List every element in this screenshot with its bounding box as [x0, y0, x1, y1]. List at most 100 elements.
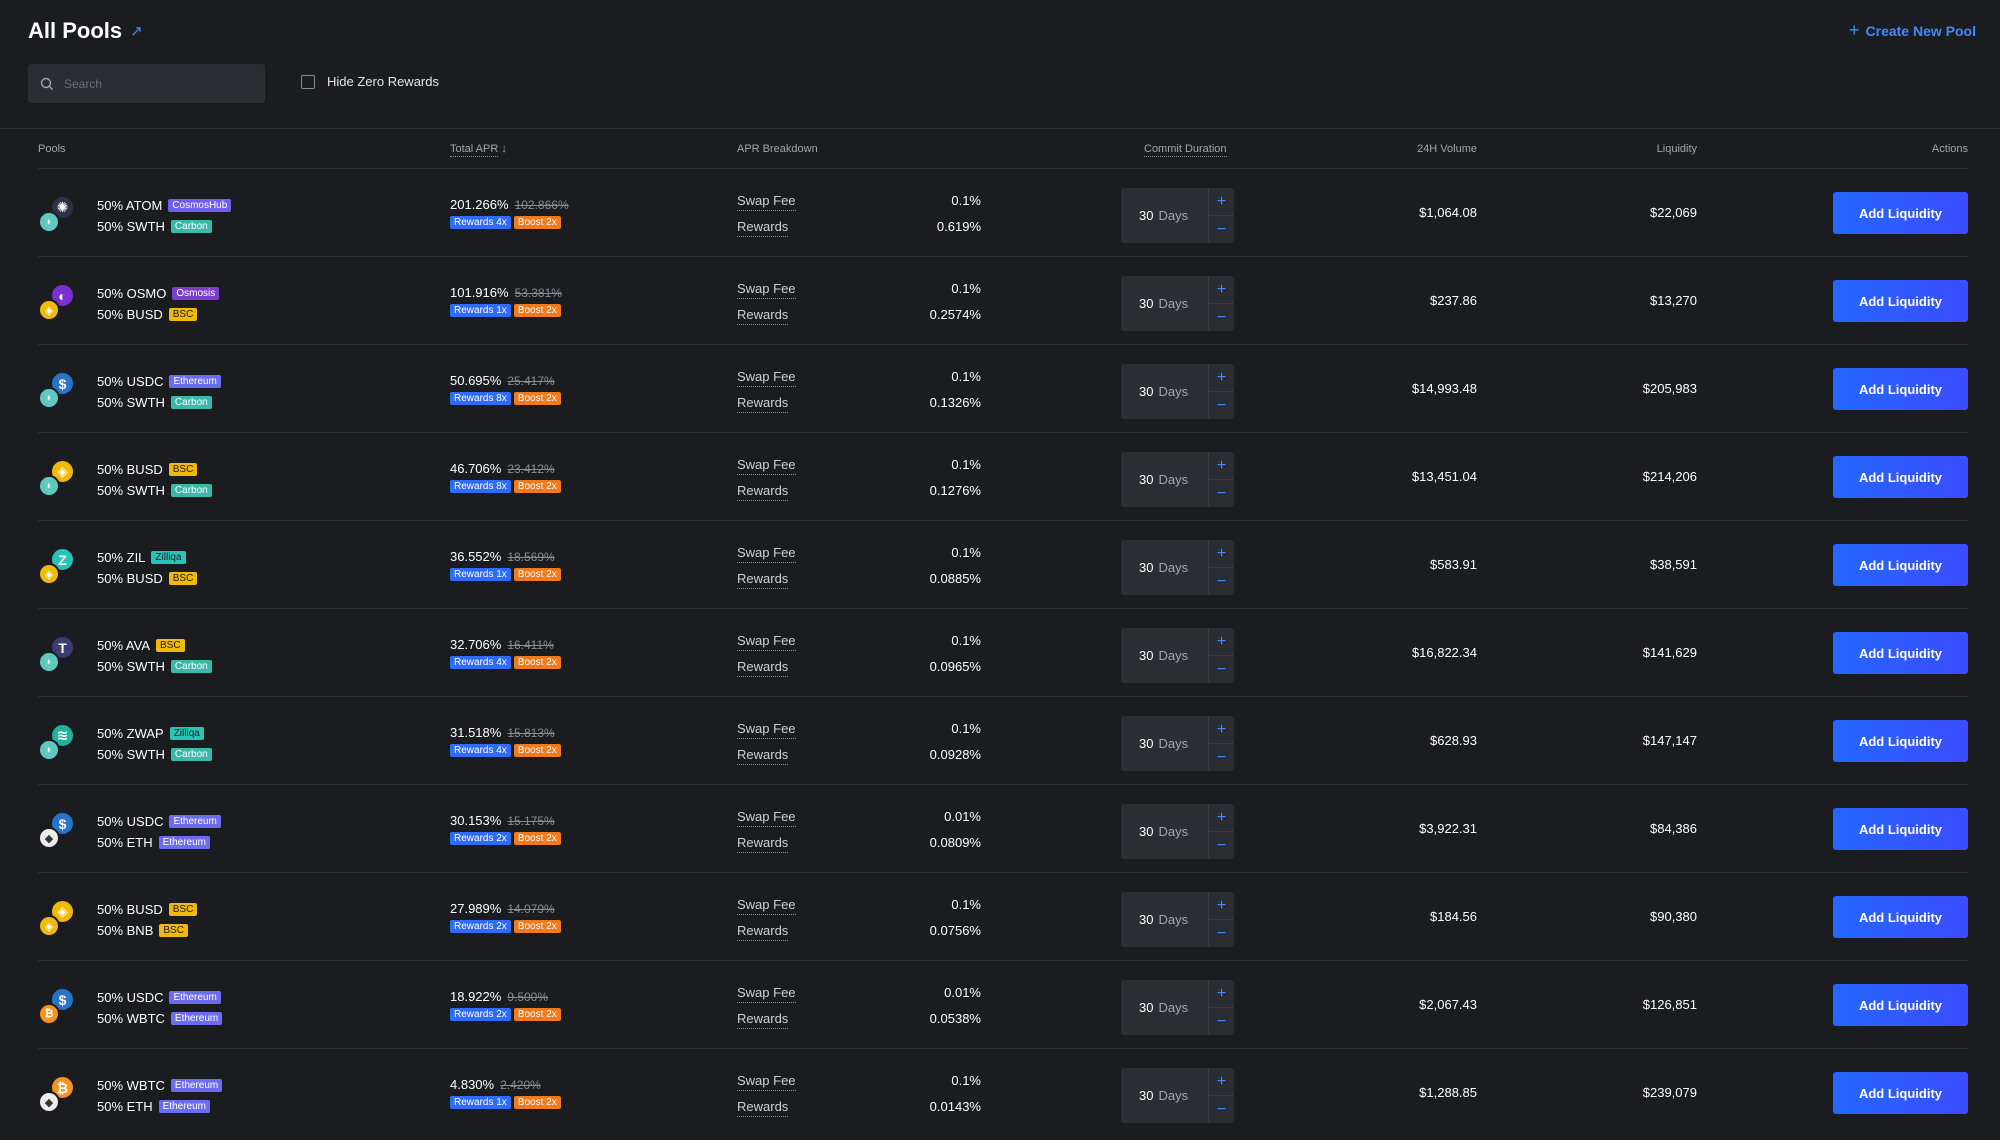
rewards-label[interactable]: Rewards	[737, 306, 789, 325]
add-liquidity-button[interactable]: Add Liquidity	[1833, 984, 1968, 1026]
swap-fee-line: Swap Fee 0.1%	[737, 192, 981, 218]
decrease-duration-button[interactable]: −	[1209, 392, 1234, 419]
increase-duration-button[interactable]: +	[1209, 892, 1234, 920]
increase-duration-button[interactable]: +	[1209, 804, 1234, 832]
decrease-duration-button[interactable]: −	[1209, 480, 1234, 507]
decrease-duration-button[interactable]: −	[1209, 656, 1234, 683]
decrease-duration-button[interactable]: −	[1209, 920, 1234, 947]
add-liquidity-button[interactable]: Add Liquidity	[1833, 632, 1968, 674]
commit-duration-stepper[interactable]: 30 Days + −	[1121, 452, 1234, 507]
token-a-line: 50% OSMO Osmosis	[97, 283, 220, 304]
increase-duration-button[interactable]: +	[1209, 716, 1234, 744]
token-a-chain-badge: Ethereum	[169, 375, 221, 388]
minus-icon: −	[1216, 484, 1227, 502]
apr-values: 46.706% 23.412%	[450, 458, 561, 480]
rewards-value: 0.2574%	[929, 307, 981, 322]
commit-duration-stepper[interactable]: 30 Days + −	[1121, 716, 1234, 771]
add-liquidity-button[interactable]: Add Liquidity	[1833, 456, 1968, 498]
hide-zero-rewards-toggle[interactable]: Hide Zero Rewards	[301, 74, 439, 89]
rewards-label[interactable]: Rewards	[737, 570, 789, 589]
duration-display: 30 Days	[1121, 540, 1208, 595]
increase-duration-button[interactable]: +	[1209, 188, 1234, 216]
decrease-duration-button[interactable]: −	[1209, 744, 1234, 771]
token-b-line: 50% BNB BSC	[97, 920, 197, 941]
rewards-label[interactable]: Rewards	[737, 1010, 789, 1029]
hide-zero-rewards-checkbox[interactable]	[301, 74, 315, 89]
swap-fee-line: Swap Fee 0.1%	[737, 632, 981, 658]
create-new-pool-button[interactable]: + Create New Pool	[1849, 20, 1976, 41]
commit-duration-stepper[interactable]: 30 Days + −	[1121, 1068, 1234, 1123]
decrease-duration-button[interactable]: −	[1209, 216, 1234, 243]
increase-duration-button[interactable]: +	[1209, 980, 1234, 1008]
token-a-share: 50% AVA	[97, 638, 150, 653]
rewards-label[interactable]: Rewards	[737, 394, 789, 413]
external-link-icon[interactable]: ↗	[130, 22, 143, 40]
swap-fee-label[interactable]: Swap Fee	[737, 192, 796, 211]
rewards-label[interactable]: Rewards	[737, 658, 789, 677]
token-b-icon: ◗	[38, 475, 60, 497]
increase-duration-button[interactable]: +	[1209, 628, 1234, 656]
rewards-label[interactable]: Rewards	[737, 922, 789, 941]
commit-duration-stepper[interactable]: 30 Days + −	[1121, 804, 1234, 859]
add-liquidity-button[interactable]: Add Liquidity	[1833, 1072, 1968, 1114]
rewards-value: 0.619%	[936, 219, 981, 234]
rewards-label[interactable]: Rewards	[737, 1098, 789, 1117]
decrease-duration-button[interactable]: −	[1209, 568, 1234, 595]
commit-duration-stepper[interactable]: 30 Days + −	[1121, 980, 1234, 1035]
commit-duration-stepper[interactable]: 30 Days + −	[1121, 540, 1234, 595]
rewards-line: Rewards 0.619%	[737, 218, 981, 244]
pool-pair: 50% USDC Ethereum 50% WBTC Ethereum	[97, 987, 223, 1029]
search-box[interactable]	[28, 64, 265, 103]
increase-duration-button[interactable]: +	[1209, 364, 1234, 392]
duration-days-value: 30	[1139, 560, 1154, 575]
swap-fee-label[interactable]: Swap Fee	[737, 720, 796, 739]
swap-fee-label[interactable]: Swap Fee	[737, 368, 796, 387]
token-a-share: 50% BUSD	[97, 462, 163, 477]
search-input[interactable]	[64, 76, 244, 91]
swap-fee-label[interactable]: Swap Fee	[737, 544, 796, 563]
decrease-duration-button[interactable]: −	[1209, 304, 1234, 331]
duration-days-unit: Days	[1158, 384, 1189, 399]
token-a-chain-badge: Ethereum	[170, 1079, 223, 1092]
commit-duration-stepper[interactable]: 30 Days + −	[1121, 628, 1234, 683]
add-liquidity-button[interactable]: Add Liquidity	[1833, 368, 1968, 410]
commit-duration-stepper[interactable]: 30 Days + −	[1121, 364, 1234, 419]
increase-duration-button[interactable]: +	[1209, 1068, 1234, 1096]
add-liquidity-button[interactable]: Add Liquidity	[1833, 544, 1968, 586]
commit-duration-stepper[interactable]: 30 Days + −	[1121, 892, 1234, 947]
plus-icon: +	[1216, 544, 1227, 562]
token-a-line: 50% BUSD BSC	[97, 459, 212, 480]
add-liquidity-button[interactable]: Add Liquidity	[1833, 896, 1968, 938]
rewards-label[interactable]: Rewards	[737, 218, 789, 237]
token-b-line: 50% SWTH Carbon	[97, 656, 212, 677]
add-liquidity-button[interactable]: Add Liquidity	[1833, 720, 1968, 762]
swap-fee-label[interactable]: Swap Fee	[737, 456, 796, 475]
rewards-value: 0.1276%	[929, 483, 981, 498]
add-liquidity-button[interactable]: Add Liquidity	[1833, 280, 1968, 322]
rewards-label[interactable]: Rewards	[737, 746, 789, 765]
commit-duration-stepper[interactable]: 30 Days + −	[1121, 276, 1234, 331]
increase-duration-button[interactable]: +	[1209, 276, 1234, 304]
table-row: $ ◗ 50% USDC Ethereum 50% SWTH Carbon 50…	[38, 345, 1968, 433]
increase-duration-button[interactable]: +	[1209, 540, 1234, 568]
swap-fee-label[interactable]: Swap Fee	[737, 280, 796, 299]
decrease-duration-button[interactable]: −	[1209, 1096, 1234, 1123]
add-liquidity-button[interactable]: Add Liquidity	[1833, 192, 1968, 234]
swap-fee-label[interactable]: Swap Fee	[737, 896, 796, 915]
rewards-label[interactable]: Rewards	[737, 482, 789, 501]
swap-fee-label[interactable]: Swap Fee	[737, 808, 796, 827]
decrease-duration-button[interactable]: −	[1209, 832, 1234, 859]
commit-duration-stepper[interactable]: 30 Days + −	[1121, 188, 1234, 243]
apr-breakdown: Swap Fee 0.1% Rewards 0.0928%	[737, 720, 981, 772]
increase-duration-button[interactable]: +	[1209, 452, 1234, 480]
swap-fee-label[interactable]: Swap Fee	[737, 1072, 796, 1091]
swap-fee-label[interactable]: Swap Fee	[737, 984, 796, 1003]
decrease-duration-button[interactable]: −	[1209, 1008, 1234, 1035]
rewards-label[interactable]: Rewards	[737, 834, 789, 853]
swap-fee-label[interactable]: Swap Fee	[737, 632, 796, 651]
apr-original: 15.813%	[507, 726, 555, 740]
col-total-apr[interactable]: Total APR ↓	[450, 143, 507, 157]
token-a-share: 50% ZIL	[97, 550, 146, 565]
add-liquidity-button[interactable]: Add Liquidity	[1833, 808, 1968, 850]
rewards-value: 0.0143%	[929, 1099, 981, 1114]
